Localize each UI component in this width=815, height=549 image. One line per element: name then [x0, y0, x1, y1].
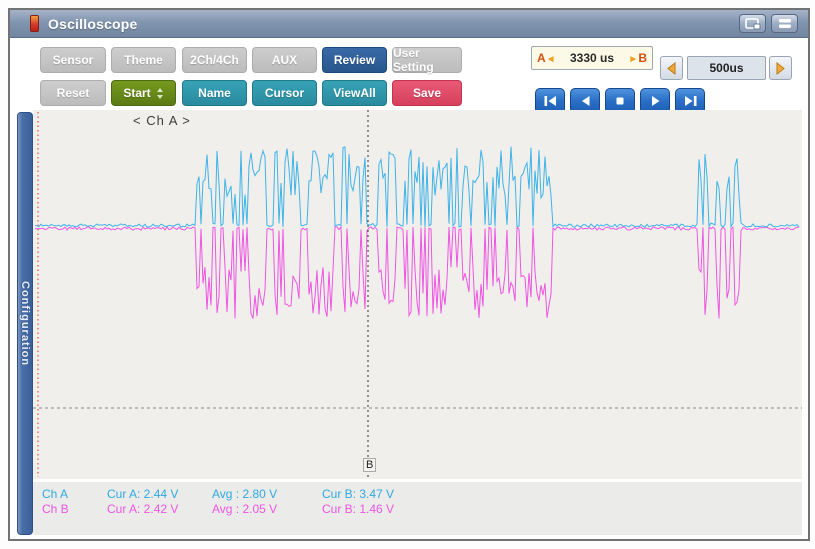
timebase-increase-button[interactable] [769, 56, 792, 80]
channel-a-average-value: Avg : 2.80 V [212, 487, 278, 501]
bars-icon [778, 19, 791, 28]
cursor-button[interactable]: Cursor [252, 80, 317, 106]
save-button[interactable]: Save [392, 80, 462, 106]
left-arrow-icon [667, 61, 676, 75]
theme-button[interactable]: Theme [111, 47, 176, 73]
right-arrow-icon [776, 61, 785, 75]
channel-b-measurements: Ch B Cur A: 2.42 V Avg : 2.05 V Cur B: 1… [33, 502, 802, 517]
channel-a-plot-label: < Ch A > [133, 113, 191, 128]
channel-b-cursor-a-value: Cur A: 2.42 V [107, 502, 179, 516]
cursor-ab-readout: A◄ 3330 us ►B [531, 46, 653, 70]
cursor-b-arrow-icon: ► [628, 54, 639, 65]
cursor-a-arrow-icon: ◄ [545, 54, 556, 65]
waveform-plot[interactable] [33, 110, 802, 479]
review-button[interactable]: Review [322, 47, 387, 73]
cursor-b-label-chip: B [638, 51, 647, 65]
cursor-b-flag[interactable]: B [363, 458, 377, 472]
channel-a-measurements: Ch A Cur A: 2.44 V Avg : 2.80 V Cur B: 3… [33, 487, 802, 502]
channel-b-average-value: Avg : 2.05 V [212, 502, 278, 516]
measurement-panel: Ch A Cur A: 2.44 V Avg : 2.80 V Cur B: 3… [33, 482, 802, 535]
skip-to-end-icon [684, 96, 696, 106]
name-button[interactable]: Name [182, 80, 247, 106]
user-setting-button[interactable]: User Setting [392, 46, 462, 74]
aux-button[interactable]: AUX [252, 47, 317, 73]
up-down-spinner-icon [156, 87, 163, 99]
channel-b-cursor-b-value: Cur B: 1.46 V [322, 502, 395, 516]
screen: Oscilloscope Sensor Theme 2Ch/4Ch AUX Re… [0, 0, 815, 549]
app-probe-icon [30, 15, 39, 32]
timebase-display: 500us [687, 56, 766, 80]
display-mode-button[interactable] [739, 14, 766, 33]
timebase-value: 500us [709, 61, 744, 75]
configuration-tab-label: Configuration [19, 280, 31, 367]
play-icon [651, 96, 659, 106]
titlebar: Oscilloscope [10, 10, 808, 38]
step-back-icon [581, 96, 589, 106]
monitor-icon [744, 17, 760, 29]
channel-mode-button[interactable]: 2Ch/4Ch [182, 47, 247, 73]
cursor-ab-value: 3330 us [569, 51, 615, 65]
waveform-traces [34, 146, 800, 319]
viewall-button[interactable]: ViewAll [322, 80, 387, 106]
reset-button[interactable]: Reset [40, 80, 106, 106]
window-title: Oscilloscope [48, 15, 138, 32]
minimize-button[interactable] [771, 14, 798, 33]
stop-icon [616, 97, 624, 105]
channel-b-name: Ch B [42, 502, 69, 516]
configuration-tab[interactable]: Configuration [17, 112, 33, 535]
skip-to-start-icon [544, 96, 556, 106]
timebase-decrease-button[interactable] [660, 56, 683, 80]
channel-a-cursor-a-value: Cur A: 2.44 V [107, 487, 179, 501]
channel-a-name: Ch A [42, 487, 69, 501]
start-button[interactable]: Start [111, 80, 176, 106]
start-button-label: Start [123, 86, 151, 100]
channel-a-cursor-b-value: Cur B: 3.47 V [322, 487, 395, 501]
sensor-button[interactable]: Sensor [40, 47, 106, 73]
cursor-a-label: A [537, 51, 546, 65]
